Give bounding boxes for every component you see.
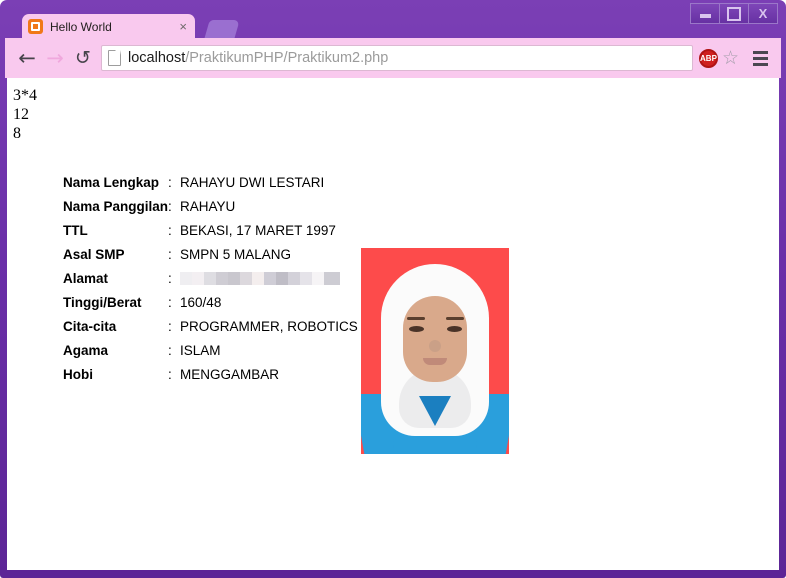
- address-bar-url: localhost/PraktikumPHP/Praktikum2.php: [128, 50, 388, 66]
- row-label: Alamat: [63, 270, 109, 286]
- nose: [429, 340, 441, 352]
- row-colon: :: [168, 222, 172, 238]
- row-value: ISLAM: [180, 342, 221, 358]
- table-row: Asal SMP : SMPN 5 MALANG: [63, 242, 358, 266]
- window-controls: X: [690, 3, 778, 24]
- portrait-photo: [361, 248, 509, 454]
- mouth: [423, 358, 447, 365]
- page-viewport: 3*4 12 8 Nama Lengkap : RAHAYU DWI LESTA…: [7, 78, 779, 570]
- row-label: Asal SMP: [63, 246, 125, 262]
- xampp-favicon-icon: [28, 19, 43, 34]
- eyebrow-right: [446, 317, 464, 320]
- biodata-block: Nama Lengkap : RAHAYU DWI LESTARI Nama P…: [63, 170, 358, 386]
- address-bar[interactable]: localhost/PraktikumPHP/Praktikum2.php: [101, 45, 693, 71]
- hamburger-line: [752, 62, 768, 66]
- title-bar: X Hello World ×: [0, 0, 786, 39]
- table-row: TTL : BEKASI, 17 MARET 1997: [63, 218, 358, 242]
- biodata-table-body: Nama Lengkap : RAHAYU DWI LESTARI Nama P…: [63, 170, 358, 386]
- table-row: Agama : ISLAM: [63, 338, 358, 362]
- table-row: Hobi : MENGGAMBAR: [63, 362, 358, 386]
- close-icon: X: [758, 6, 768, 21]
- row-value: SMPN 5 MALANG: [180, 246, 292, 262]
- output-line: 8: [13, 125, 21, 142]
- browser-tab[interactable]: Hello World ×: [22, 14, 195, 39]
- minimize-icon: [699, 14, 711, 18]
- row-label: Cita-cita: [63, 318, 117, 334]
- url-host: localhost: [128, 50, 186, 66]
- url-path: /PraktikumPHP/Praktikum2.php: [185, 50, 389, 66]
- php-output-lines: 3*4 12 8: [7, 78, 779, 143]
- arrow-left-icon: ←: [18, 45, 36, 70]
- back-button[interactable]: ←: [13, 44, 41, 72]
- arrow-right-icon: →: [46, 45, 64, 70]
- eyebrow-left: [407, 317, 425, 320]
- forward-button: →: [41, 44, 69, 72]
- row-colon: :: [168, 294, 172, 310]
- row-value: RAHAYU: [180, 198, 236, 214]
- reload-button[interactable]: ↻: [69, 44, 97, 72]
- hamburger-line: [752, 56, 768, 60]
- face: [403, 296, 467, 382]
- row-value: 160/48: [180, 294, 222, 310]
- browser-toolbar: ← → ↻ localhost/PraktikumPHP/Praktikum2.…: [5, 38, 781, 78]
- bookmark-star-icon[interactable]: ☆: [722, 48, 739, 68]
- output-line: 12: [13, 106, 29, 123]
- table-row: Nama Lengkap : RAHAYU DWI LESTARI: [63, 170, 358, 194]
- maximize-icon: [727, 6, 741, 21]
- reload-icon: ↻: [75, 46, 91, 69]
- row-value: RAHAYU DWI LESTARI: [180, 174, 325, 190]
- row-value: MENGGAMBAR: [180, 366, 280, 382]
- output-line: 3*4: [13, 87, 37, 104]
- row-colon: :: [168, 198, 172, 214]
- row-colon: :: [168, 318, 172, 334]
- row-value: BEKASI, 17 MARET 1997: [180, 222, 336, 238]
- maximize-button[interactable]: [719, 3, 748, 24]
- biodata-table: Nama Lengkap : RAHAYU DWI LESTARI Nama P…: [63, 170, 358, 386]
- table-row: Alamat :: [63, 266, 358, 290]
- page-document-icon: [108, 50, 121, 66]
- redaction-bar: [180, 272, 341, 286]
- row-label: Nama Panggilan: [63, 198, 169, 214]
- row-label: TTL: [63, 222, 88, 238]
- tab-title: Hello World: [50, 19, 112, 34]
- row-colon: :: [168, 366, 172, 382]
- table-row: Tinggi/Berat : 160/48: [63, 290, 358, 314]
- row-colon: :: [168, 342, 172, 358]
- row-label: Nama Lengkap: [63, 174, 160, 190]
- adblock-plus-icon[interactable]: ABP: [698, 48, 718, 68]
- table-row: Cita-cita : PROGRAMMER, ROBOTICS: [63, 314, 358, 338]
- minimize-button[interactable]: [690, 3, 719, 24]
- row-label: Tinggi/Berat: [63, 294, 142, 310]
- tab-close-icon[interactable]: ×: [177, 20, 189, 33]
- row-label: Hobi: [63, 366, 93, 382]
- row-label: Agama: [63, 342, 109, 358]
- row-colon: :: [168, 246, 172, 262]
- hamburger-line: [752, 50, 768, 54]
- table-row: Nama Panggilan : RAHAYU: [63, 194, 358, 218]
- eye-right: [447, 326, 462, 332]
- row-value: PROGRAMMER, ROBOTICS: [180, 318, 358, 334]
- row-colon: :: [168, 270, 172, 286]
- browser-menu-button[interactable]: [747, 45, 773, 71]
- row-value-redacted: [180, 266, 358, 290]
- browser-window: X Hello World × ← → ↻ localhost/Praktiku…: [0, 0, 786, 578]
- eye-left: [409, 326, 424, 332]
- new-tab-button[interactable]: [204, 20, 240, 39]
- row-colon: :: [168, 174, 172, 190]
- close-button[interactable]: X: [748, 3, 778, 24]
